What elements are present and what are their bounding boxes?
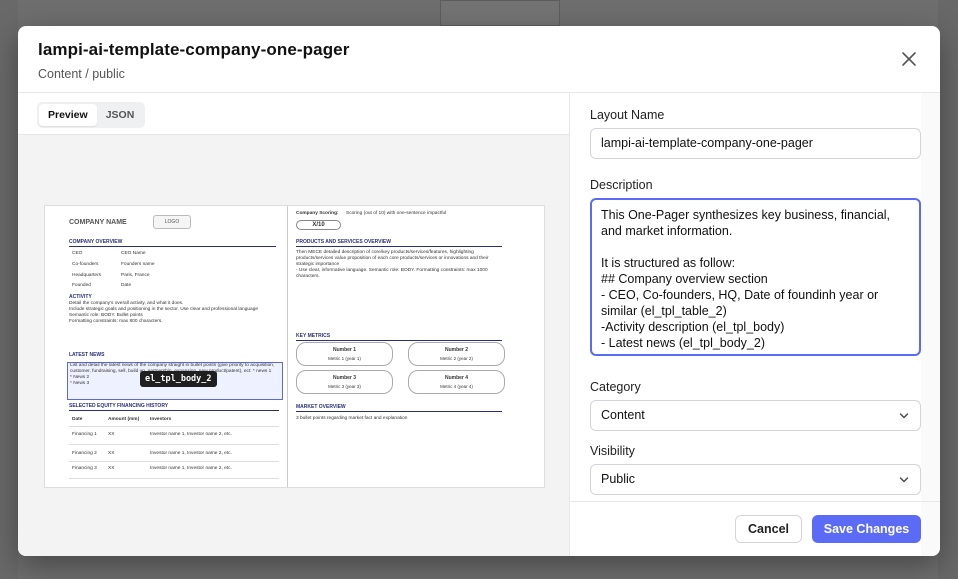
doc-products-text: Then MECE detailed description of core/k…: [296, 250, 489, 279]
doc-equity-col: Date: [72, 417, 83, 422]
save-changes-button[interactable]: Save Changes: [812, 515, 921, 543]
doc-equity-cell: Investor name 1, Investor name 2, etc.: [150, 466, 232, 471]
doc-equity-cell: XX: [108, 466, 115, 471]
modal-footer: Cancel Save Changes: [570, 501, 940, 556]
layout-name-label: Layout Name: [590, 108, 665, 122]
doc-metric-label: Metric 4 (year 4): [440, 384, 473, 389]
doc-score-badge: X/10: [296, 220, 341, 230]
doc-company-name: COMPANY NAME: [69, 219, 127, 226]
category-selected-value: Content: [601, 408, 645, 422]
chevron-down-icon: [899, 477, 909, 483]
doc-equity-cell: Financing 1: [72, 432, 97, 437]
visibility-select[interactable]: Public: [590, 464, 921, 495]
doc-products-heading: PRODUCTS AND SERVICES OVERVIEW: [296, 239, 502, 247]
doc-company-overview-heading: COMPANY OVERVIEW: [69, 239, 276, 247]
visibility-field: Visibility Public: [590, 444, 921, 495]
form-scrollbar[interactable]: [921, 93, 940, 556]
doc-metric-card: Number 3 Metric 3 (year 3): [296, 370, 393, 394]
doc-logo-placeholder: LOGO: [153, 215, 191, 229]
doc-metric-label: Metric 3 (year 3): [328, 384, 361, 389]
doc-market-heading: MARKET OVERVIEW: [296, 404, 502, 412]
doc-equity-col: Investors: [150, 417, 172, 422]
modal-title: lampi-ai-template-company-one-pager: [38, 40, 350, 59]
modal-subtitle: Content / public: [38, 67, 125, 81]
doc-row-value: Date: [121, 283, 132, 288]
doc-scoring-text: Scoring (out of 10) with one-sentence im…: [346, 211, 447, 216]
doc-row-divider: [69, 444, 279, 445]
description-label: Description: [590, 178, 653, 192]
doc-equity-cell: XX: [108, 432, 115, 437]
doc-row-key: CEO: [72, 251, 83, 256]
modal-body: Preview JSON COMPANY NAME LOGO COMPANY O…: [18, 93, 940, 556]
category-field: Category Content: [590, 380, 921, 431]
doc-metric-card: Number 1 Metric 1 (year 1): [296, 342, 393, 366]
form-scroll-area: Layout Name lampi-ai-template-company-on…: [590, 93, 921, 501]
doc-row-key: Co-founders: [72, 262, 99, 267]
doc-left-column: COMPANY NAME LOGO COMPANY OVERVIEW CEO C…: [45, 206, 288, 487]
doc-metric-card: Number 4 Metric 4 (year 4): [408, 370, 505, 394]
tabs-bar: Preview JSON: [18, 93, 569, 135]
modal-header: lampi-ai-template-company-one-pager Cont…: [18, 26, 940, 93]
doc-equity-cell: Investor name 1, Investor name 2, etc.: [150, 451, 232, 456]
doc-equity-cell: Financing 3: [72, 466, 97, 471]
category-label: Category: [590, 380, 641, 394]
doc-equity-cell: XX: [108, 451, 115, 456]
doc-row-divider: [69, 461, 279, 462]
doc-key-metrics-heading: KEY METRICS: [296, 333, 502, 341]
doc-market-text: 3 bullet points regarding market fact an…: [296, 416, 408, 421]
doc-metric-number: Number 1: [332, 347, 357, 353]
element-id-chip: el_tpl_body_2: [140, 371, 217, 387]
doc-equity-cell: Financing 2: [72, 451, 97, 456]
doc-metric-number: Number 3: [332, 375, 357, 381]
doc-metric-card: Number 2 Metric 2 (year 2): [408, 342, 505, 366]
doc-equity-heading: SELECTED EQUITY FINANCING HISTORY: [69, 403, 279, 411]
description-field: Description This One-Pager synthesizes k…: [590, 178, 921, 356]
visibility-label: Visibility: [590, 444, 635, 458]
doc-activity-text: Detail the company's overall activity, a…: [69, 301, 259, 324]
chevron-down-icon: [899, 413, 909, 419]
visibility-selected-value: Public: [601, 472, 636, 486]
doc-metric-number: Number 2: [444, 347, 469, 353]
layout-name-field: Layout Name lampi-ai-template-company-on…: [590, 108, 921, 159]
doc-row-value: Founders name: [121, 262, 155, 267]
doc-row-value: CEO Name: [121, 251, 146, 256]
category-select[interactable]: Content: [590, 400, 921, 431]
doc-metric-label: Metric 1 (year 1): [328, 356, 361, 361]
doc-equity-col: Amount (mm): [108, 417, 140, 422]
doc-row-key: Founded: [72, 283, 91, 288]
doc-latest-news-heading: LATEST NEWS: [69, 352, 105, 358]
close-button[interactable]: [900, 50, 918, 68]
tab-json[interactable]: JSON: [97, 104, 144, 126]
close-icon: [902, 52, 916, 66]
template-preview-document: COMPANY NAME LOGO COMPANY OVERVIEW CEO C…: [44, 205, 545, 488]
doc-metric-label: Metric 2 (year 2): [440, 356, 473, 361]
cancel-button[interactable]: Cancel: [735, 515, 802, 543]
preview-pane: Preview JSON COMPANY NAME LOGO COMPANY O…: [18, 93, 570, 556]
doc-scoring-label: Company Scoring:: [296, 211, 339, 216]
doc-row-divider: [69, 426, 279, 427]
tab-preview[interactable]: Preview: [39, 104, 97, 126]
doc-right-column: Company Scoring: Scoring (out of 10) wit…: [288, 206, 544, 487]
layout-name-input[interactable]: lampi-ai-template-company-one-pager: [590, 128, 921, 159]
edit-layout-modal: lampi-ai-template-company-one-pager Cont…: [18, 26, 940, 556]
doc-row-divider: [69, 478, 279, 479]
doc-row-key: Headquarters: [72, 273, 102, 278]
form-pane: Layout Name lampi-ai-template-company-on…: [570, 93, 940, 556]
preview-area[interactable]: COMPANY NAME LOGO COMPANY OVERVIEW CEO C…: [18, 135, 569, 556]
doc-metric-number: Number 4: [444, 375, 469, 381]
description-textarea[interactable]: This One-Pager synthesizes key business,…: [590, 198, 921, 356]
doc-row-value: Paris, France: [121, 273, 150, 278]
doc-activity-heading: ACTIVITY: [69, 294, 92, 300]
view-tabs: Preview JSON: [37, 102, 146, 128]
doc-equity-cell: Investor name 1, Investor name 2, etc.: [150, 432, 232, 437]
